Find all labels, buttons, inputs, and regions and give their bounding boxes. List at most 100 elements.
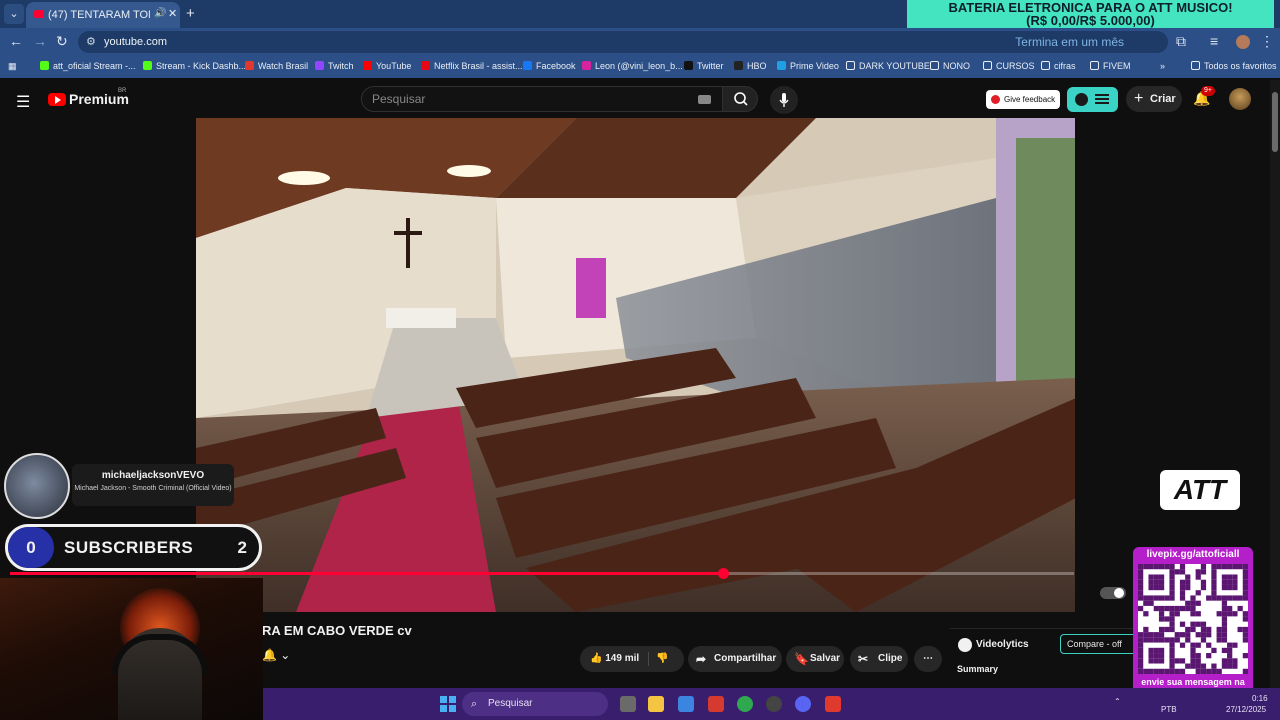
bookmark-8[interactable]: Twitter — [684, 61, 724, 71]
address-bar[interactable]: ⚙ youtube.com Termina em um mês — [78, 31, 1168, 53]
task-view-icon[interactable] — [620, 696, 636, 712]
qr-module — [1227, 579, 1233, 585]
new-tab-button[interactable]: + — [186, 5, 195, 22]
bookmark-2[interactable]: Watch Brasil — [245, 61, 308, 71]
videolytics-name: Videolytics — [976, 639, 1029, 650]
bookmark-14[interactable]: cifras — [1041, 61, 1076, 71]
all-bookmarks[interactable]: Todos os favoritos — [1191, 61, 1277, 71]
bookmark-1[interactable]: Stream - Kick Dashb... — [143, 61, 246, 71]
keyboard-icon[interactable] — [698, 95, 711, 104]
tab-search-button[interactable]: ⌄ — [4, 4, 24, 24]
qr-module — [1221, 595, 1228, 601]
clock-date[interactable]: 27/12/2025 — [1226, 705, 1266, 714]
progress-scrubber[interactable] — [717, 568, 729, 579]
qr-module — [1237, 595, 1243, 601]
qr-module — [1138, 564, 1144, 570]
qr-module — [1185, 579, 1191, 585]
subscriber-goal-count: 2 — [237, 538, 247, 557]
file-explorer-icon[interactable] — [648, 696, 664, 712]
page-scrollbar[interactable] — [1270, 80, 1280, 688]
reload-icon[interactable]: ↻ — [56, 33, 68, 50]
profile-avatar[interactable] — [1236, 35, 1250, 49]
qr-module — [1164, 637, 1170, 643]
logo-country: BR — [118, 88, 127, 94]
qr-module — [1216, 564, 1222, 570]
like-button[interactable]: 👍 149 mil — [590, 646, 639, 672]
qr-module — [1227, 611, 1233, 617]
qr-module — [1216, 637, 1222, 643]
extensions-icon[interactable]: ⧉ — [1176, 33, 1186, 50]
search-input[interactable] — [372, 91, 692, 107]
prime-video-icon — [777, 61, 786, 70]
apps-icon[interactable]: ▦ — [8, 61, 17, 72]
bookmark-9[interactable]: HBO — [734, 61, 767, 71]
scrollbar-thumb[interactable] — [1272, 92, 1278, 152]
back-icon[interactable]: ← — [9, 33, 23, 49]
chevron-up-icon[interactable]: ⌃ — [1114, 697, 1121, 706]
menu-icon[interactable]: ⋮ — [1260, 33, 1274, 50]
start-button[interactable] — [440, 696, 456, 712]
share-button[interactable]: ➦ Compartilhar — [688, 646, 782, 672]
more-actions-button[interactable]: ⋯ — [914, 646, 942, 672]
tab-close-icon[interactable]: ✕ — [168, 7, 177, 20]
bookmark-11[interactable]: DARK YOUTUBE — [846, 61, 930, 71]
create-button[interactable]: + Criar — [1126, 86, 1182, 112]
qr-module — [1169, 637, 1175, 643]
qr-module — [1153, 584, 1159, 591]
bookmark-0[interactable]: att_oficial Stream -... — [40, 61, 136, 71]
give-feedback-button[interactable]: Give feedback — [986, 90, 1060, 109]
netflix-icon — [421, 61, 430, 70]
browser-tab-active[interactable]: (47) TENTARAM TOMAR MI 🔊 ✕ — [26, 2, 180, 28]
bookmark-12[interactable]: NONO — [930, 61, 970, 71]
bookmark-15[interactable]: FIVEM — [1090, 61, 1131, 71]
compare-toggle[interactable]: Compare - off — [1060, 634, 1140, 654]
bookmark-6[interactable]: Facebook — [523, 61, 576, 71]
qr-module — [1221, 564, 1228, 570]
account-avatar[interactable] — [1229, 88, 1251, 110]
discord-icon[interactable] — [795, 696, 811, 712]
site-info-icon[interactable]: ⚙ — [86, 35, 96, 48]
qr-module — [1138, 632, 1144, 638]
notifications-button[interactable]: 🔔 9+ — [1193, 86, 1215, 107]
qr-module — [1143, 626, 1149, 633]
folder-icon — [930, 61, 939, 70]
voice-search-button[interactable] — [770, 86, 798, 114]
dislike-button[interactable]: 👎 — [656, 646, 668, 672]
app-icon[interactable] — [708, 696, 724, 712]
bookmark-7[interactable]: Leon (@vini_leon_b... — [582, 61, 683, 71]
autoplay-toggle[interactable] — [1100, 587, 1126, 599]
subscription-bell-button[interactable]: 🔔 ⌄ — [262, 648, 306, 670]
language-indicator[interactable]: PTB — [1161, 705, 1177, 714]
search-button[interactable] — [722, 86, 758, 112]
qr-module — [1211, 590, 1217, 596]
hamburger-menu-icon[interactable]: ☰ — [16, 92, 30, 112]
qr-module — [1190, 595, 1196, 601]
chrome-icon[interactable] — [737, 696, 753, 712]
bookmark-4[interactable]: YouTube — [363, 61, 411, 71]
qr-module — [1148, 632, 1154, 638]
save-button[interactable]: 🔖 Salvar — [786, 646, 844, 672]
bookmark-10[interactable]: Prime Video — [777, 61, 839, 71]
more-bookmarks-icon[interactable]: » — [1160, 61, 1165, 71]
forward-icon[interactable]: → — [33, 33, 47, 49]
qr-module — [1227, 605, 1233, 612]
qr-module — [1242, 626, 1248, 633]
audio-playing-icon[interactable]: 🔊 — [154, 8, 166, 19]
bookmark-5[interactable]: Netflix Brasil - assist... — [421, 61, 523, 71]
store-icon[interactable] — [678, 696, 694, 712]
qr-module — [1169, 653, 1175, 659]
obs-icon[interactable] — [766, 696, 782, 712]
bookmark-3[interactable]: Twitch — [315, 61, 354, 71]
qr-module — [1158, 632, 1165, 638]
videolytics-toggle-button[interactable] — [1067, 87, 1118, 112]
clock-time[interactable]: 0:16 — [1252, 694, 1268, 703]
twitch-icon — [315, 61, 324, 70]
qr-module — [1148, 658, 1154, 664]
clip-button[interactable]: ✂ Clipe — [850, 646, 908, 672]
bookmark-13[interactable]: CURSOS — [983, 61, 1035, 71]
video-player[interactable] — [196, 118, 1075, 612]
taskbar-search[interactable]: ⌕ Pesquisar — [462, 692, 608, 716]
promo-banner: BATERIA ELETRONICA PARA O ATT MUSICO! (R… — [907, 0, 1274, 30]
media-icon[interactable]: ≡ — [1210, 33, 1218, 49]
app-icon[interactable] — [825, 696, 841, 712]
